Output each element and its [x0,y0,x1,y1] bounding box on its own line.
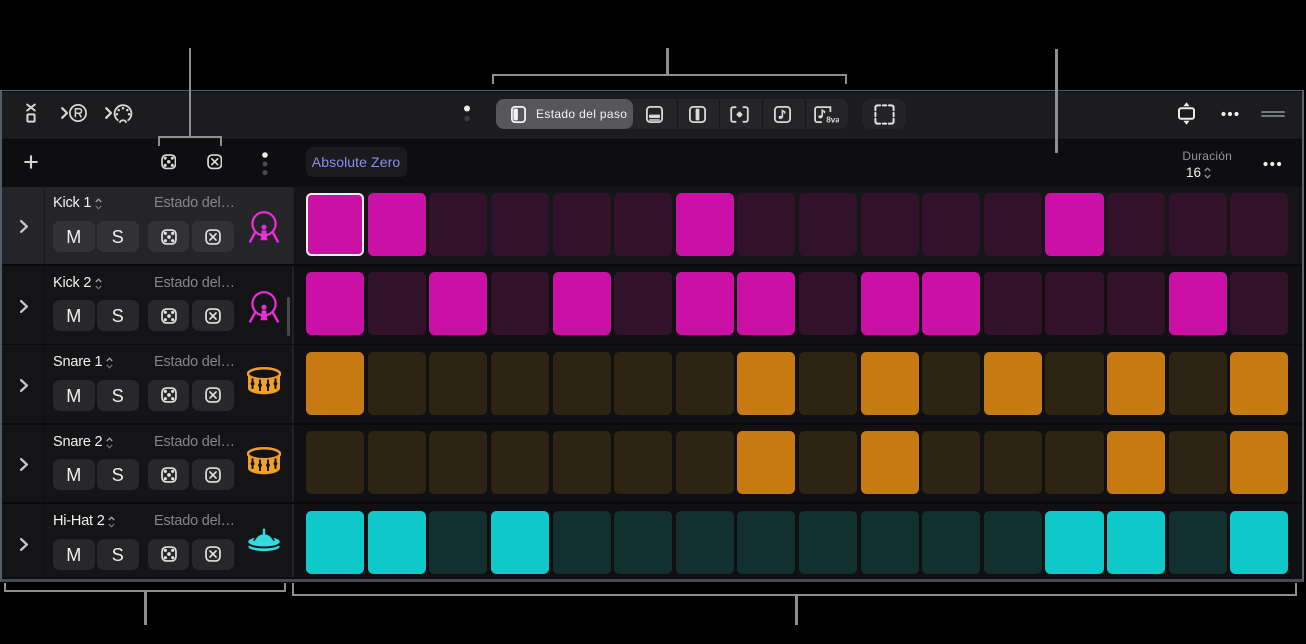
svg-text:8va: 8va [826,115,839,124]
